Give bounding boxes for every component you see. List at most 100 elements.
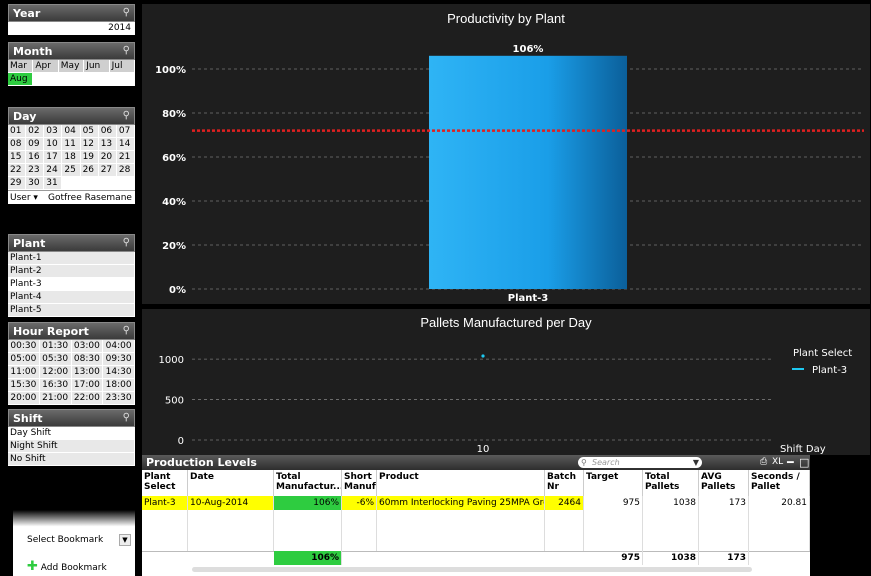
plant-item[interactable]: Plant-4 (8, 291, 135, 304)
day-cell[interactable]: 10 (44, 138, 63, 151)
day-cell[interactable]: 02 (26, 125, 45, 138)
search-icon[interactable]: ⚲ (123, 7, 130, 18)
plant-item[interactable]: Plant-3 (8, 278, 135, 291)
hour-cell[interactable]: 17:00 (71, 379, 104, 392)
search-icon[interactable]: ⚲ (123, 325, 130, 336)
minimize-icon[interactable]: ━ (787, 455, 794, 470)
excel-icon[interactable]: XL (772, 455, 783, 470)
column-header-seconds-per-pallet[interactable]: Seconds / Pallet (749, 470, 810, 496)
day-cell[interactable]: 28 (116, 164, 135, 177)
user-value[interactable]: Gotfree Rasemane (48, 191, 135, 204)
search-icon[interactable]: ⚲ (123, 110, 130, 121)
day-cell[interactable]: 16 (26, 151, 45, 164)
day-cell[interactable]: 24 (44, 164, 63, 177)
day-cell[interactable]: 01 (8, 125, 27, 138)
day-cell[interactable]: 11 (62, 138, 81, 151)
month-aug[interactable]: Aug (8, 73, 34, 86)
horizontal-scrollbar[interactable] (192, 567, 752, 572)
year-value[interactable]: 2014 (8, 22, 135, 35)
dropdown-arrow-icon[interactable]: ▼ (119, 534, 131, 546)
day-cell[interactable]: 26 (80, 164, 99, 177)
productivity-chart-svg: 0% 20% 40% 60% 80% 100% 106% Plant-3 (155, 44, 864, 304)
hour-cell[interactable]: 22:00 (71, 392, 104, 405)
column-header-date[interactable]: Date (188, 470, 274, 496)
hour-cell[interactable]: 21:00 (39, 392, 72, 405)
column-header-target[interactable]: Target (584, 470, 643, 496)
month-may[interactable]: May (58, 60, 85, 73)
column-header-plant-select[interactable]: Plant Select (142, 470, 188, 496)
cell-plant-select: Plant-3 (142, 496, 188, 510)
hour-cell[interactable]: 03:00 (71, 340, 104, 353)
column-header-batch-nr[interactable]: Batch Nr (545, 470, 584, 496)
column-header-total-pallets[interactable]: Total Pallets (643, 470, 699, 496)
month-jul[interactable]: Jul (109, 60, 135, 73)
hour-cell[interactable]: 04:00 (103, 340, 135, 353)
production-levels-table: Production Levels ⚲ Search ▼ ⎙ XL ━ □ Pl… (142, 455, 810, 576)
maximize-icon[interactable]: □ (799, 455, 809, 470)
search-icon[interactable]: ⚲ (123, 237, 130, 248)
add-bookmark-button[interactable]: ✚ Add Bookmark (27, 560, 107, 575)
day-cell[interactable]: 30 (26, 177, 45, 190)
print-icon[interactable]: ⎙ (760, 455, 767, 470)
hour-cell[interactable]: 13:00 (71, 366, 104, 379)
hour-cell[interactable]: 01:30 (39, 340, 72, 353)
column-header-short-manuf[interactable]: Short Manuf (342, 470, 377, 496)
hour-cell[interactable]: 11:00 (8, 366, 40, 379)
select-bookmark[interactable]: Select Bookmark ▼ (13, 532, 135, 548)
shift-item[interactable]: Night Shift (8, 440, 135, 453)
plant-item[interactable]: Plant-2 (8, 265, 135, 278)
shift-item[interactable]: No Shift (8, 453, 135, 466)
day-cell[interactable]: 25 (62, 164, 81, 177)
hour-cell[interactable]: 05:00 (8, 353, 40, 366)
day-cell[interactable]: 20 (98, 151, 117, 164)
shift-item[interactable]: Day Shift (8, 427, 135, 440)
day-cell[interactable]: 14 (116, 138, 135, 151)
day-cell[interactable]: 19 (80, 151, 99, 164)
day-cell[interactable]: 05 (80, 125, 99, 138)
column-header-total-manufactured[interactable]: Total Manufactur... (274, 470, 342, 496)
month-jun[interactable]: Jun (84, 60, 110, 73)
column-header-avg-pallets[interactable]: AVG Pallets (699, 470, 749, 496)
day-cell[interactable]: 13 (98, 138, 117, 151)
plant-item[interactable]: Plant-5 (8, 304, 135, 317)
dropdown-arrow-icon[interactable]: ▼ (693, 457, 699, 468)
day-cell[interactable]: 23 (26, 164, 45, 177)
hour-cell[interactable]: 16:30 (39, 379, 72, 392)
plant-item[interactable]: Plant-1 (8, 252, 135, 265)
month-mar[interactable]: Mar (8, 60, 34, 73)
search-icon[interactable]: ⚲ (123, 45, 130, 56)
day-cell[interactable]: 15 (8, 151, 27, 164)
search-box[interactable]: ⚲ Search ▼ (578, 457, 702, 468)
column-header-product[interactable]: Product (377, 470, 545, 496)
day-cell[interactable]: 18 (62, 151, 81, 164)
hour-cell[interactable]: 12:00 (39, 366, 72, 379)
hour-cell[interactable]: 15:30 (8, 379, 40, 392)
search-icon[interactable]: ⚲ (123, 412, 130, 423)
hour-cell[interactable]: 00:30 (8, 340, 40, 353)
month-apr[interactable]: Apr (33, 60, 59, 73)
hour-cell[interactable]: 14:30 (103, 366, 135, 379)
x-tick-label: Plant-3 (508, 293, 549, 304)
day-cell[interactable]: 04 (62, 125, 81, 138)
hour-cell[interactable]: 09:30 (103, 353, 135, 366)
day-cell[interactable]: 12 (80, 138, 99, 151)
day-cell[interactable]: 31 (44, 177, 63, 190)
day-cell[interactable]: 06 (98, 125, 117, 138)
day-cell[interactable]: 21 (116, 151, 135, 164)
hour-cell[interactable]: 08:30 (71, 353, 104, 366)
day-cell[interactable]: 29 (8, 177, 27, 190)
day-cell[interactable]: 22 (8, 164, 27, 177)
hour-cell[interactable]: 05:30 (39, 353, 72, 366)
user-selector[interactable]: User ▾ Gotfree Rasemane (8, 190, 135, 204)
hour-cell[interactable]: 23:30 (103, 392, 135, 405)
day-cell[interactable]: 17 (44, 151, 63, 164)
hour-report-header: Hour Report ⚲ (8, 322, 135, 340)
day-cell[interactable]: 08 (8, 138, 27, 151)
day-cell[interactable]: 07 (116, 125, 135, 138)
hour-cell[interactable]: 20:00 (8, 392, 40, 405)
day-cell[interactable]: 03 (44, 125, 63, 138)
hour-cell[interactable]: 18:00 (103, 379, 135, 392)
day-cell[interactable]: 27 (98, 164, 117, 177)
day-cell (62, 177, 81, 190)
day-cell[interactable]: 09 (26, 138, 45, 151)
